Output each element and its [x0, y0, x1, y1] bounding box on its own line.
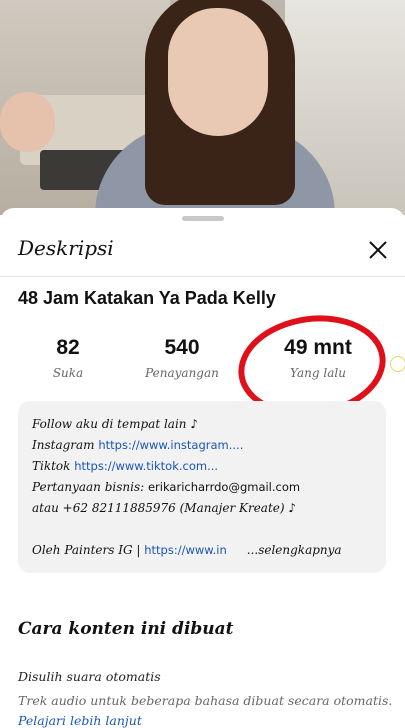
drag-handle[interactable]	[182, 216, 224, 221]
tiktok-label: Tiktok	[32, 459, 75, 473]
desc-line-painters: Oleh Painters IG | https://www.in ...sele…	[32, 543, 342, 557]
video-hand	[0, 92, 55, 152]
video-title: 48 Jam Katakan Ya Pada Kelly	[18, 288, 276, 308]
painters-label: Oleh Painters IG |	[32, 543, 145, 557]
stat-views: 540 Penayangan	[138, 336, 226, 380]
instagram-link[interactable]: https://www.instagram....	[98, 438, 243, 452]
auto-dub-description: Trek audio untuk beberapa bahasa dibuat …	[18, 693, 393, 708]
video-person-face	[168, 8, 268, 136]
desc-line-tiktok: Tiktok https://www.tiktok.com...	[32, 459, 218, 473]
header-divider	[0, 276, 405, 277]
instagram-label: Instagram	[32, 438, 99, 452]
likes-label: Suka	[52, 366, 84, 380]
section-title: Cara konten ini dibuat	[18, 619, 234, 639]
desc-line-business: Pertanyaan bisnis: erikaricharrdo@gmail.…	[32, 480, 300, 494]
desc-line-instagram: Instagram https://www.instagram....	[32, 438, 243, 452]
views-label: Penayangan	[145, 366, 219, 380]
business-email: erikaricharrdo@gmail.com	[147, 480, 301, 494]
video-player[interactable]	[0, 0, 405, 215]
tiktok-link[interactable]: https://www.tiktok.com...	[74, 459, 218, 473]
likes-count: 82	[56, 336, 80, 359]
desc-line-phone: atau +62 82111885976 (Manajer Kreate) ♪	[32, 501, 296, 515]
business-label: Pertanyaan bisnis:	[32, 480, 148, 494]
painters-link[interactable]: https://www.in	[144, 543, 227, 557]
auto-dub-title: Disulih suara otomatis	[18, 669, 161, 684]
learn-more-link[interactable]: Pelajari lebih lanjut	[18, 713, 142, 728]
close-button[interactable]	[364, 236, 392, 264]
stat-likes: 82 Suka	[40, 336, 96, 380]
desc-line-follow: Follow aku di tempat lain ♪	[32, 417, 198, 431]
edge-indicator	[390, 356, 405, 372]
read-more-link[interactable]: ...selengkapnya	[247, 543, 342, 557]
sheet-title: Deskripsi	[18, 236, 114, 260]
follow-text: Follow aku di tempat lain ♪	[32, 417, 198, 431]
phone-text: atau +62 82111885976 (Manajer Kreate) ♪	[32, 501, 297, 515]
views-count: 540	[164, 336, 200, 359]
close-icon	[369, 241, 387, 259]
